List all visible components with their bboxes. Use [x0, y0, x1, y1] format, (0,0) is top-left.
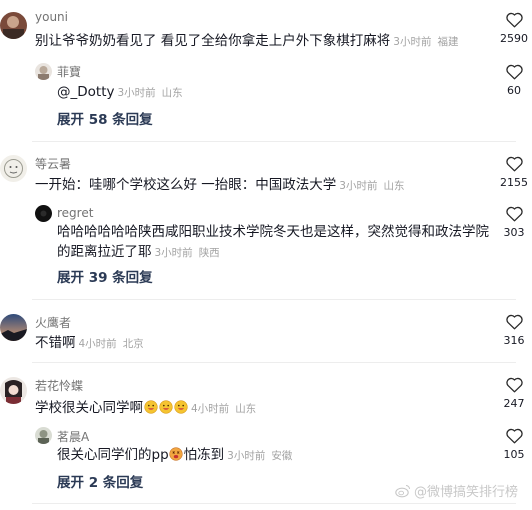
expand-replies-button[interactable]: 展开 39 条回复: [57, 266, 153, 286]
like-button[interactable]: 2155: [499, 155, 529, 189]
comment-divider: [32, 503, 516, 504]
reply-time: 3小时前: [117, 87, 156, 99]
grinning-face-emoji: [173, 400, 188, 414]
heart-outline-icon: [505, 428, 523, 444]
heart-outline-icon: [505, 156, 523, 172]
like-count: 303: [503, 226, 525, 239]
like-count: 2590: [500, 32, 528, 45]
grinning-face-emoji: [143, 400, 158, 414]
avatar[interactable]: [0, 12, 27, 39]
comment-divider: [32, 299, 516, 300]
reply-username[interactable]: 茗晨A: [57, 428, 89, 445]
comment-divider: [32, 362, 516, 363]
watermark: @微博搞笑排行榜: [395, 481, 518, 500]
dizzy-face-emoji: [169, 447, 183, 461]
comment-text: 不错啊 4小时前 北京: [35, 333, 144, 354]
reply-location: 安徽: [271, 450, 293, 462]
comment-username[interactable]: 等云暑: [35, 155, 71, 172]
reply-body-end: 怕冻到: [183, 447, 225, 463]
reply-location: 山东: [161, 87, 183, 99]
reply-body: 哈哈哈哈哈哈陕西咸阳职业技术学院冬天也是这样，突然觉得和政法学院的距离拉近了耶: [57, 224, 489, 260]
reply-text: 很关心同学们的pp 怕冻到 3小时前 安徽: [57, 445, 292, 466]
comment-username[interactable]: 若花怜蝶: [35, 377, 83, 394]
comment-time: 3小时前: [393, 36, 432, 48]
comment-divider: [32, 141, 516, 142]
reply-username[interactable]: regret: [57, 206, 93, 220]
like-count: 2155: [500, 176, 528, 189]
watermark-text: @微博搞笑排行榜: [413, 485, 518, 500]
comment-username[interactable]: 火鹰者: [35, 314, 71, 331]
comment-body: 不错啊: [35, 335, 76, 351]
heart-outline-icon: [505, 377, 523, 393]
like-button[interactable]: 2590: [499, 11, 529, 45]
reply-like-button[interactable]: 303: [499, 205, 529, 239]
reply-username[interactable]: 菲寶: [57, 63, 81, 80]
heart-outline-icon: [505, 12, 523, 28]
comment-location: 山东: [235, 403, 257, 415]
reply-body: @_Dotty: [57, 84, 115, 100]
like-count: 316: [503, 334, 525, 347]
reply-text: @_Dotty 3小时前 山东: [57, 82, 183, 103]
reply-text: 哈哈哈哈哈哈陕西咸阳职业技术学院冬天也是这样，突然觉得和政法学院的距离拉近了耶 3…: [57, 222, 494, 263]
comment-body: 别让爷爷奶奶看见了 看见了全给你拿走上户外下象棋打麻将: [35, 33, 391, 49]
like-count: 60: [507, 84, 521, 97]
comment-text: 学校很关心同学啊 4小时前 山东: [35, 398, 256, 419]
reply-avatar[interactable]: [35, 63, 52, 80]
like-count: 105: [503, 448, 525, 461]
reply-time: 3小时前: [227, 450, 266, 462]
comment-time: 3小时前: [339, 180, 378, 192]
reply-like-button[interactable]: 105: [499, 427, 529, 461]
heart-outline-icon: [505, 314, 523, 330]
reply-avatar[interactable]: [35, 427, 52, 444]
avatar[interactable]: [0, 314, 27, 341]
reply-body-start: 很关心同学们的pp: [57, 447, 169, 463]
reply-location: 陕西: [198, 247, 220, 259]
grinning-face-emoji: [158, 400, 173, 414]
expand-replies-button[interactable]: 展开 2 条回复: [57, 471, 143, 491]
comment-time: 4小时前: [78, 338, 117, 350]
comment-text: 一开始：哇哪个学校这么好 一抬眼：中国政法大学 3小时前 山东: [35, 175, 404, 196]
reply-time: 3小时前: [154, 247, 193, 259]
comment-username[interactable]: youni: [35, 10, 68, 24]
like-button[interactable]: 247: [499, 376, 529, 410]
heart-outline-icon: [505, 64, 523, 80]
expand-replies-button[interactable]: 展开 58 条回复: [57, 108, 153, 128]
comment-location: 山东: [383, 180, 405, 192]
comment-location: 北京: [122, 338, 144, 350]
comment-body: 学校很关心同学啊: [35, 400, 143, 416]
avatar[interactable]: [0, 155, 27, 182]
heart-outline-icon: [505, 206, 523, 222]
like-count: 247: [503, 397, 525, 410]
weibo-logo-icon: [395, 484, 410, 497]
comment-body: 一开始：哇哪个学校这么好 一抬眼：中国政法大学: [35, 177, 337, 193]
comment-location: 福建: [437, 36, 459, 48]
comment-time: 4小时前: [191, 403, 230, 415]
like-button[interactable]: 316: [499, 313, 529, 347]
reply-avatar[interactable]: [35, 205, 52, 222]
reply-like-button[interactable]: 60: [499, 63, 529, 97]
avatar[interactable]: [0, 377, 27, 404]
comment-text: 别让爷爷奶奶看见了 看见了全给你拿走上户外下象棋打麻将 3小时前 福建: [35, 31, 458, 52]
